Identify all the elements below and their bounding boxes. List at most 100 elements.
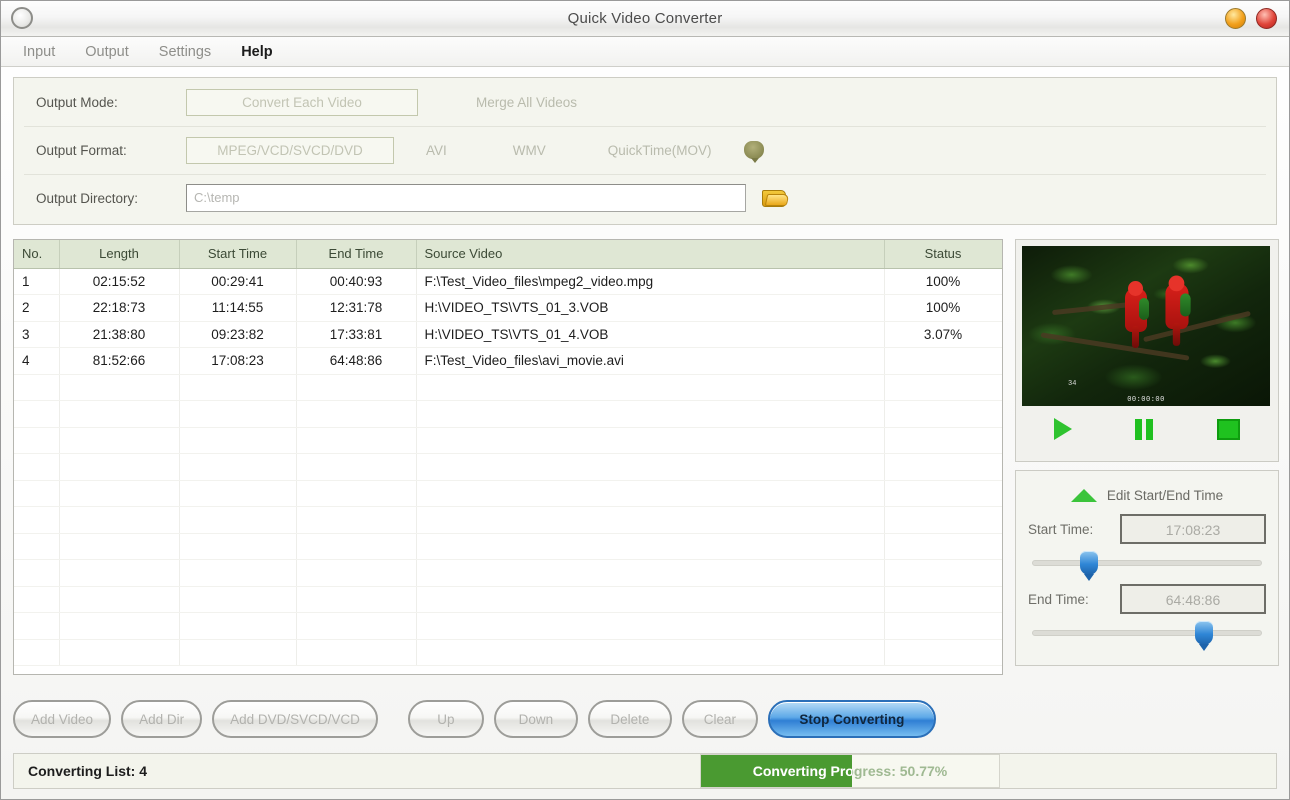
add-dir-button[interactable]: Add Dir	[121, 700, 203, 738]
options-panel: Output Mode: Convert Each Video Merge Al…	[13, 77, 1277, 225]
column-header-length[interactable]: Length	[59, 240, 180, 269]
delete-button[interactable]: Delete	[587, 700, 672, 738]
close-icon[interactable]	[1256, 8, 1277, 29]
cell-start-time: 11:14:55	[179, 294, 297, 322]
add-dvd-button[interactable]: Add DVD/SVCD/VCD	[212, 700, 378, 738]
start-time-slider-track	[1032, 560, 1262, 566]
output-format-wmv[interactable]: WMV	[499, 138, 560, 163]
end-time-slider-track	[1032, 630, 1262, 636]
column-header-no[interactable]: No.	[14, 240, 60, 269]
stop-icon[interactable]	[1217, 418, 1241, 440]
move-down-button[interactable]: Down	[493, 700, 578, 738]
column-header-source-video[interactable]: Source Video	[416, 240, 885, 269]
cell-end-time: 12:31:78	[296, 294, 417, 322]
output-format-label: Output Format:	[36, 142, 127, 158]
start-time-slider-knob[interactable]	[1080, 551, 1099, 581]
table-row-empty[interactable]	[14, 639, 1002, 666]
table-row-empty[interactable]	[14, 612, 1002, 640]
preview-panel: 34 00:00:00	[1015, 239, 1279, 462]
cell-no: 2	[14, 294, 60, 322]
edit-time-header[interactable]: Edit Start/End Time	[1028, 481, 1266, 509]
format-settings-icon[interactable]	[743, 141, 764, 163]
end-time-row: End Time: 64:48:86	[1028, 579, 1266, 619]
column-header-end-time[interactable]: End Time	[296, 240, 417, 269]
output-directory-label: Output Directory:	[36, 190, 139, 206]
window-title: Quick Video Converter	[567, 10, 723, 27]
output-mode-label: Output Mode:	[36, 94, 118, 110]
menu-item-settings[interactable]: Settings	[159, 44, 211, 60]
start-time-row: Start Time: 17:08:23	[1028, 509, 1266, 549]
preview-bird	[1125, 281, 1149, 348]
start-time-label: Start Time:	[1028, 521, 1094, 537]
cell-status: 100%	[884, 268, 1002, 295]
stop-converting-button[interactable]: Stop Converting	[767, 700, 936, 738]
table-row-empty[interactable]	[14, 374, 1002, 401]
table-row-empty[interactable]	[14, 586, 1002, 613]
app-circle-icon	[11, 7, 33, 29]
video-preview[interactable]: 34 00:00:00	[1022, 246, 1270, 406]
table-row-empty[interactable]	[14, 559, 1002, 587]
right-panel: 34 00:00:00 Edit Start/End Time Start Ti…	[1015, 239, 1279, 666]
start-time-field[interactable]: 17:08:23	[1120, 514, 1266, 544]
pause-icon[interactable]	[1135, 418, 1154, 440]
cell-no: 3	[14, 321, 60, 348]
column-header-start-time[interactable]: Start Time	[179, 240, 297, 269]
triangle-up-icon[interactable]	[1070, 488, 1097, 502]
menu-item-output[interactable]: Output	[85, 44, 129, 60]
output-directory-input[interactable]: C:\temp	[186, 184, 746, 212]
cell-start-time: 00:29:41	[179, 268, 297, 295]
status-bar: Converting List: 4 Converting Progress: …	[13, 753, 1277, 789]
cell-source-video: H:\VIDEO_TS\VTS_01_3.VOB	[416, 294, 885, 322]
cell-start-time: 17:08:23	[179, 347, 297, 375]
folder-browse-icon[interactable]	[762, 188, 790, 208]
table-row-empty[interactable]	[14, 400, 1002, 428]
table-row[interactable]: 3 21:38:80 09:23:82 17:33:81 H:\VIDEO_TS…	[14, 321, 1002, 348]
output-mode-convert-each[interactable]: Convert Each Video	[186, 88, 418, 116]
table-row-empty[interactable]	[14, 480, 1002, 507]
play-icon[interactable]	[1053, 418, 1072, 440]
output-mode-merge-all[interactable]: Merge All Videos	[462, 90, 591, 115]
menu-item-input[interactable]: Input	[23, 44, 55, 60]
cell-end-time: 64:48:86	[296, 347, 417, 375]
main-content: No. Length Start Time End Time Source Vi…	[13, 239, 1279, 681]
video-list[interactable]: No. Length Start Time End Time Source Vi…	[13, 239, 1003, 675]
cell-end-time: 17:33:81	[296, 321, 417, 348]
table-row[interactable]: 2 22:18:73 11:14:55 12:31:78 H:\VIDEO_TS…	[14, 294, 1002, 322]
table-row[interactable]: 1 02:15:52 00:29:41 00:40:93 F:\Test_Vid…	[14, 268, 1002, 295]
table-row-empty[interactable]	[14, 427, 1002, 454]
move-up-button[interactable]: Up	[407, 700, 484, 738]
output-format-mpeg[interactable]: MPEG/VCD/SVCD/DVD	[186, 136, 394, 164]
clear-button[interactable]: Clear	[681, 700, 758, 738]
table-row-empty[interactable]	[14, 533, 1002, 560]
output-format-row: Output Format: MPEG/VCD/SVCD/DVD AVI WMV…	[14, 126, 1276, 174]
cell-status: 100%	[884, 294, 1002, 322]
end-time-field[interactable]: 64:48:86	[1120, 584, 1266, 614]
start-time-slider[interactable]	[1028, 549, 1266, 581]
menu-item-help[interactable]: Help	[241, 44, 272, 60]
output-format-quicktime[interactable]: QuickTime(MOV)	[594, 138, 726, 163]
preview-overlay-number: 34	[1068, 380, 1077, 388]
column-header-status[interactable]: Status	[884, 240, 1002, 269]
add-video-button[interactable]: Add Video	[13, 700, 112, 738]
table-row[interactable]: 4 81:52:66 17:08:23 64:48:86 F:\Test_Vid…	[14, 347, 1002, 375]
end-time-label: End Time:	[1028, 591, 1089, 607]
cell-no: 1	[14, 268, 60, 295]
cell-length: 02:15:52	[59, 268, 180, 295]
output-mode-row: Output Mode: Convert Each Video Merge Al…	[14, 78, 1276, 126]
cell-source-video: F:\Test_Video_files\avi_movie.avi	[416, 347, 885, 375]
table-header-row: No. Length Start Time End Time Source Vi…	[14, 240, 1002, 269]
minimize-icon[interactable]	[1225, 8, 1246, 29]
end-time-slider[interactable]	[1028, 619, 1266, 651]
end-time-slider-knob[interactable]	[1194, 621, 1213, 651]
table-row-empty[interactable]	[14, 506, 1002, 534]
cell-length: 21:38:80	[59, 321, 180, 348]
cell-no: 4	[14, 347, 60, 375]
action-button-bar: Add Video Add Dir Add DVD/SVCD/VCD Up Do…	[13, 695, 1277, 743]
output-format-avi[interactable]: AVI	[412, 138, 461, 163]
cell-end-time: 00:40:93	[296, 268, 417, 295]
title-bar: Quick Video Converter	[1, 1, 1289, 37]
table-row-empty[interactable]	[14, 453, 1002, 481]
cell-length: 22:18:73	[59, 294, 180, 322]
edit-time-title: Edit Start/End Time	[1106, 487, 1224, 503]
cell-length: 81:52:66	[59, 347, 180, 375]
